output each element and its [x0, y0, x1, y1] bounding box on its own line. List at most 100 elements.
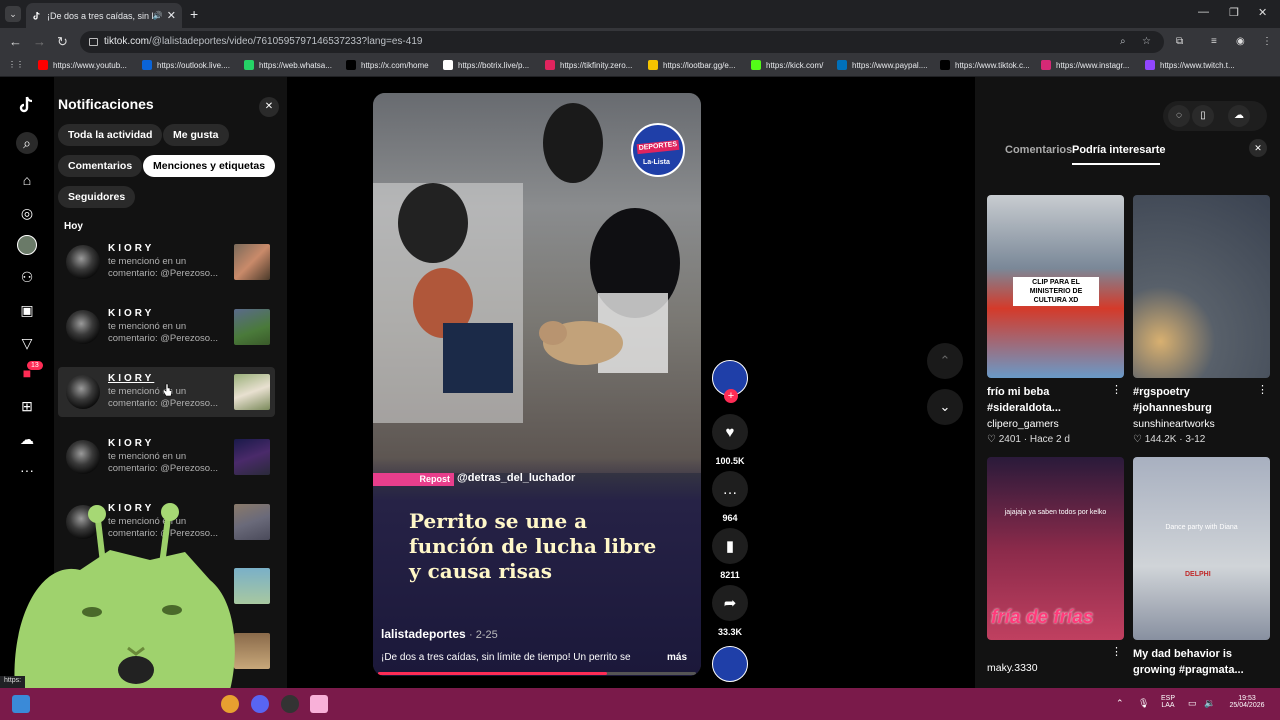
browser-tab[interactable]: ¡De dos a tres caídas, sin lí 🔊 ✕: [26, 3, 182, 28]
home-icon[interactable]: ⌂: [17, 170, 37, 190]
notification-thumbnail[interactable]: [234, 439, 270, 475]
bookmark-item[interactable]: https://www.tiktok.c...: [940, 60, 1030, 70]
filter-all-activity[interactable]: Toda la actividad: [58, 124, 163, 146]
mobile-icon[interactable]: ▯: [1192, 105, 1214, 127]
video-thumbnail[interactable]: [1133, 195, 1270, 378]
friends-icon[interactable]: ⚇: [17, 267, 37, 287]
audio-playing-icon[interactable]: 🔊: [153, 11, 163, 20]
filter-mentions[interactable]: Menciones y etiquetas: [143, 155, 276, 177]
profile-icon[interactable]: ◉: [1236, 36, 1245, 47]
tab-comments[interactable]: Comentarios: [1005, 144, 1072, 156]
notification-thumbnail[interactable]: [234, 244, 270, 280]
network-icon[interactable]: ▭: [1188, 698, 1197, 709]
card-user[interactable]: sunshineartworks: [1133, 418, 1270, 430]
notification-user[interactable]: KIORY: [108, 438, 154, 449]
follow-plus-icon[interactable]: +: [724, 389, 738, 403]
back-icon[interactable]: ←: [9, 34, 22, 49]
card-more-icon[interactable]: ⋮: [1111, 383, 1122, 396]
user-avatar-icon[interactable]: ☁: [1228, 105, 1250, 127]
card-more-icon[interactable]: ⋮: [1111, 645, 1122, 658]
menu-icon[interactable]: ⋮: [1262, 36, 1272, 47]
tiktok-logo-icon[interactable]: [17, 95, 37, 115]
card-more-icon[interactable]: ⋮: [1257, 383, 1268, 396]
explore-icon[interactable]: ◎: [17, 203, 37, 223]
bookmark-item[interactable]: https://web.whatsa...: [244, 60, 332, 70]
filter-comments[interactable]: Comentarios: [58, 155, 143, 177]
compass-icon[interactable]: ◌: [1168, 105, 1190, 127]
caption-more-link[interactable]: más: [667, 652, 687, 663]
save-action[interactable]: ▮ 8211: [712, 528, 748, 580]
music-disc-avatar[interactable]: [712, 646, 748, 682]
notification-item[interactable]: KIORY te mencionó en un comentario: @Pere…: [58, 302, 275, 352]
comment-icon[interactable]: …: [712, 471, 748, 507]
bookmark-item[interactable]: https://kick.com/: [751, 60, 823, 70]
share-icon[interactable]: ➦: [712, 585, 748, 621]
upload-icon[interactable]: ⊞: [17, 396, 37, 416]
previous-video-icon[interactable]: ⌃: [927, 343, 963, 379]
avatar[interactable]: [66, 245, 100, 279]
filter-likes[interactable]: Me gusta: [163, 124, 229, 146]
bookmark-item[interactable]: https://www.twitch.t...: [1145, 60, 1235, 70]
video-thumbnail[interactable]: Dance party with Diana DELPHI: [1133, 457, 1270, 640]
live-icon[interactable]: ▣: [17, 300, 37, 320]
repost-user-link[interactable]: @detras_del_luchador: [457, 472, 575, 484]
discord-taskbar-icon[interactable]: [251, 695, 269, 713]
avatar[interactable]: [66, 375, 100, 409]
next-video-icon[interactable]: ⌄: [927, 389, 963, 425]
bookmark-item[interactable]: https://tikfinity.zero...: [545, 60, 632, 70]
following-avatar-icon[interactable]: [17, 235, 37, 255]
notification-user[interactable]: KIORY: [108, 308, 154, 319]
language-indicator[interactable]: ESP LAA: [1158, 695, 1178, 709]
video-player[interactable]: DEPORTES La-Lista Repost @detras_del_luc…: [373, 93, 701, 676]
extensions-icon[interactable]: ⧉: [1176, 36, 1183, 47]
card-user[interactable]: clipero_gamers: [987, 418, 1124, 430]
notification-thumbnail[interactable]: [234, 309, 270, 345]
bookmark-star-icon[interactable]: ☆: [1142, 31, 1151, 53]
media-control-icon[interactable]: ≡: [1211, 36, 1217, 47]
notification-item[interactable]: KIORY te mencionó en un comentario: @Pere…: [58, 237, 275, 287]
close-window-icon[interactable]: ✕: [1258, 6, 1267, 19]
bookmark-icon[interactable]: ▮: [712, 528, 748, 564]
tab-search-button[interactable]: ⌄: [5, 6, 21, 22]
suggested-video-card[interactable]: CLIP PARA EL MINISTERIO DE CULTURA XD fr…: [987, 195, 1124, 445]
avatar[interactable]: [66, 310, 100, 344]
notification-user[interactable]: KIORY: [108, 373, 154, 384]
chrome-taskbar-icon[interactable]: [221, 695, 239, 713]
filter-followers[interactable]: Seguidores: [58, 186, 136, 208]
video-author[interactable]: lalistadeportes · 2-25: [381, 627, 498, 641]
notification-thumbnail[interactable]: [234, 374, 270, 410]
clock[interactable]: 19:53 25/04/2026: [1228, 695, 1266, 709]
maximize-icon[interactable]: ❐: [1229, 6, 1239, 19]
tab-suggested[interactable]: Podría interesarte: [1072, 144, 1166, 156]
bookmark-item[interactable]: https://botrix.live/p...: [443, 60, 529, 70]
close-notifications-icon[interactable]: ✕: [259, 97, 279, 117]
heart-icon[interactable]: ♥: [712, 414, 748, 450]
apps-icon[interactable]: ⋮⋮: [8, 60, 24, 69]
video-progress-bar[interactable]: [378, 672, 696, 675]
zoom-icon[interactable]: ⌕: [1120, 31, 1126, 53]
search-icon[interactable]: ⌕: [16, 132, 38, 154]
tray-expand-icon[interactable]: ⌃: [1116, 698, 1124, 709]
volume-icon[interactable]: 🔉: [1204, 698, 1215, 709]
bookmark-item[interactable]: https://x.com/home: [346, 60, 429, 70]
card-title[interactable]: frío mi beba #sideraldota...: [987, 384, 1112, 416]
like-action[interactable]: ♥ 100.5K: [712, 414, 748, 466]
video-thumbnail[interactable]: CLIP PARA EL MINISTERIO DE CULTURA XD: [987, 195, 1124, 378]
new-tab-button[interactable]: +: [190, 6, 198, 22]
notification-user[interactable]: KIORY: [108, 243, 154, 254]
card-user[interactable]: maky.3330: [987, 662, 1124, 674]
forward-icon[interactable]: →: [33, 34, 46, 49]
reload-icon[interactable]: ↻: [57, 34, 68, 50]
address-bar[interactable]: tiktok.com/@lalistadeportes/video/761059…: [80, 31, 1164, 53]
suggested-video-card[interactable]: #rgspoetry #johannesburg sunshineartwork…: [1133, 195, 1270, 445]
comment-action[interactable]: … 964: [712, 471, 748, 523]
bookmark-item[interactable]: https://www.instagr...: [1041, 60, 1129, 70]
suggested-video-card[interactable]: Dance party with Diana DELPHI My dad beh…: [1133, 457, 1270, 678]
site-info-icon[interactable]: [89, 38, 98, 46]
more-icon[interactable]: ···: [17, 460, 37, 480]
app-taskbar-icon[interactable]: [310, 695, 328, 713]
mic-icon[interactable]: 🎙: [1138, 698, 1149, 709]
bookmark-item[interactable]: https://lootbar.gg/e...: [648, 60, 736, 70]
obs-taskbar-icon[interactable]: [281, 695, 299, 713]
card-title[interactable]: My dad behavior is growing #pragmata...: [1133, 646, 1258, 678]
